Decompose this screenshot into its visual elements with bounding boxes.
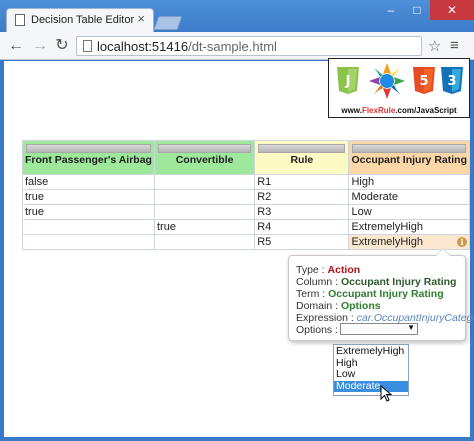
window-controls: ‒ □ ✕ [378,0,474,20]
column-header[interactable]: Occupant Injury Rating [348,140,470,175]
tab-title: Decision Table Editor [31,14,135,26]
table-cell[interactable]: false [22,174,155,190]
table-row: true R4 ExtremelyHigh [22,219,470,235]
type-value: Action [327,264,361,276]
column-row: Column : Occupant Injury Rating [296,276,456,288]
domain-value: Options [340,300,381,312]
logo-brand: FlexRule [361,106,396,115]
options-row: Options : ▼ [296,323,418,336]
table-cell[interactable] [22,234,155,250]
term-row: Term : Occupant Injury Rating [296,288,444,300]
url-host: localhost:51416 [97,39,189,54]
html5-badge-icon: 5 [413,67,435,94]
js-badge-icon: J [337,67,359,94]
table-cell[interactable]: true [22,204,155,220]
maximize-button[interactable]: □ [404,0,430,20]
logo-caption: www.FlexRule.com/JavaScript [329,106,469,115]
domain-label: Domain : [296,300,341,312]
table-cell[interactable]: R5 [254,234,350,250]
column-header-label: Rule [290,154,314,166]
column-value: Occupant Injury Rating [340,276,457,288]
css3-badge-icon: 3 [441,67,463,94]
table-cell[interactable]: ExtremelyHigh [348,219,470,235]
options-dropdown-list: ExtremelyHigh High Low Moderate [333,344,409,396]
table-cell[interactable]: R4 [254,219,350,235]
table-cell[interactable]: true [153,219,256,235]
table-cell[interactable]: High [348,174,470,190]
column-header[interactable]: Front Passenger's Airbag [22,140,155,175]
flexrule-gear-icon [369,63,405,99]
info-icon[interactable]: i [457,237,467,247]
column-header[interactable]: Convertible [153,140,256,175]
browser-toolbar: ← → ↻ localhost:51416/dt-sample.html ☆ ≡ [0,32,474,60]
type-row: Type : Action [296,264,360,276]
close-window-button[interactable]: ✕ [430,0,474,20]
column-header[interactable]: Rule [254,140,350,175]
browser-tab[interactable]: Decision Table Editor × [6,8,154,32]
type-label: Type : [296,264,328,276]
browser-titlebar: Decision Table Editor × ‒ □ ✕ [0,0,474,32]
url-text[interactable]: localhost:51416/dt-sample.html [97,39,277,54]
options-label: Options : [296,324,339,336]
term-label: Term : [296,288,329,300]
table-cell[interactable]: R3 [254,204,350,220]
table-cell[interactable] [153,234,256,250]
table-cell[interactable]: R1 [254,174,350,190]
table-cell[interactable]: R2 [254,189,350,205]
table-row: true R3 Low [22,204,470,220]
column-header-label: Front Passenger's Airbag [25,154,152,166]
logo-prefix: www. [341,106,362,115]
tab-close-icon[interactable]: × [137,12,145,26]
new-tab-button[interactable] [153,16,183,30]
minimize-button[interactable]: ‒ [378,0,404,20]
table-row: false R1 High [22,174,470,190]
table-cell[interactable] [153,189,256,205]
domain-row: Domain : Options [296,300,381,312]
table-cell[interactable]: Moderate [348,189,470,205]
table-row: R5 ExtremelyHigh i [22,234,470,250]
svg-text:3: 3 [447,74,456,89]
column-header-label: Occupant Injury Rating [351,154,467,166]
address-bar[interactable]: localhost:51416/dt-sample.html [76,36,422,56]
popover-arrow [435,248,451,256]
selected-cell[interactable]: ExtremelyHigh i [348,234,470,250]
option-extremelyhigh[interactable]: ExtremelyHigh [334,345,408,358]
document-icon [15,14,25,26]
bookmark-star-icon[interactable]: ☆ [428,37,441,55]
options-select[interactable]: ▼ [340,323,418,335]
table-cell[interactable]: Low [348,204,470,220]
option-low[interactable]: Low [334,368,408,381]
cell-properties-popover: Type : Action Column : Occupant Injury R… [288,248,474,341]
reload-icon[interactable]: ↻ [52,36,72,56]
table-cell[interactable] [153,174,256,190]
column-header-label: Convertible [175,154,234,166]
svg-text:J: J [345,74,351,89]
table-cell[interactable] [153,204,256,220]
selected-cell-value: ExtremelyHigh [351,236,423,248]
page-icon [83,40,92,52]
svg-text:5: 5 [419,74,428,89]
mouse-cursor-icon [380,385,393,402]
decision-table: Front Passenger's Airbag Convertible Rul… [22,140,470,250]
page-content: J 5 3 www.FlexRule.com/JavaScript Front … [0,58,474,441]
table-cell[interactable] [22,219,155,235]
option-moderate[interactable]: Moderate [334,380,408,392]
term-value: Occupant Injury Rating [328,288,444,300]
column-label: Column : [296,276,341,288]
dropdown-arrow-icon[interactable]: ▼ [407,323,415,332]
flexrule-logo: J 5 3 www.FlexRule.com/JavaScript [328,58,470,118]
menu-icon[interactable]: ≡ [450,37,459,54]
table-row: true R2 Moderate [22,189,470,205]
table-cell[interactable]: true [22,189,155,205]
url-path: /dt-sample.html [188,39,277,54]
forward-icon[interactable]: → [30,36,50,56]
back-icon[interactable]: ← [6,36,26,56]
logo-suffix: .com/JavaScript [395,106,457,115]
